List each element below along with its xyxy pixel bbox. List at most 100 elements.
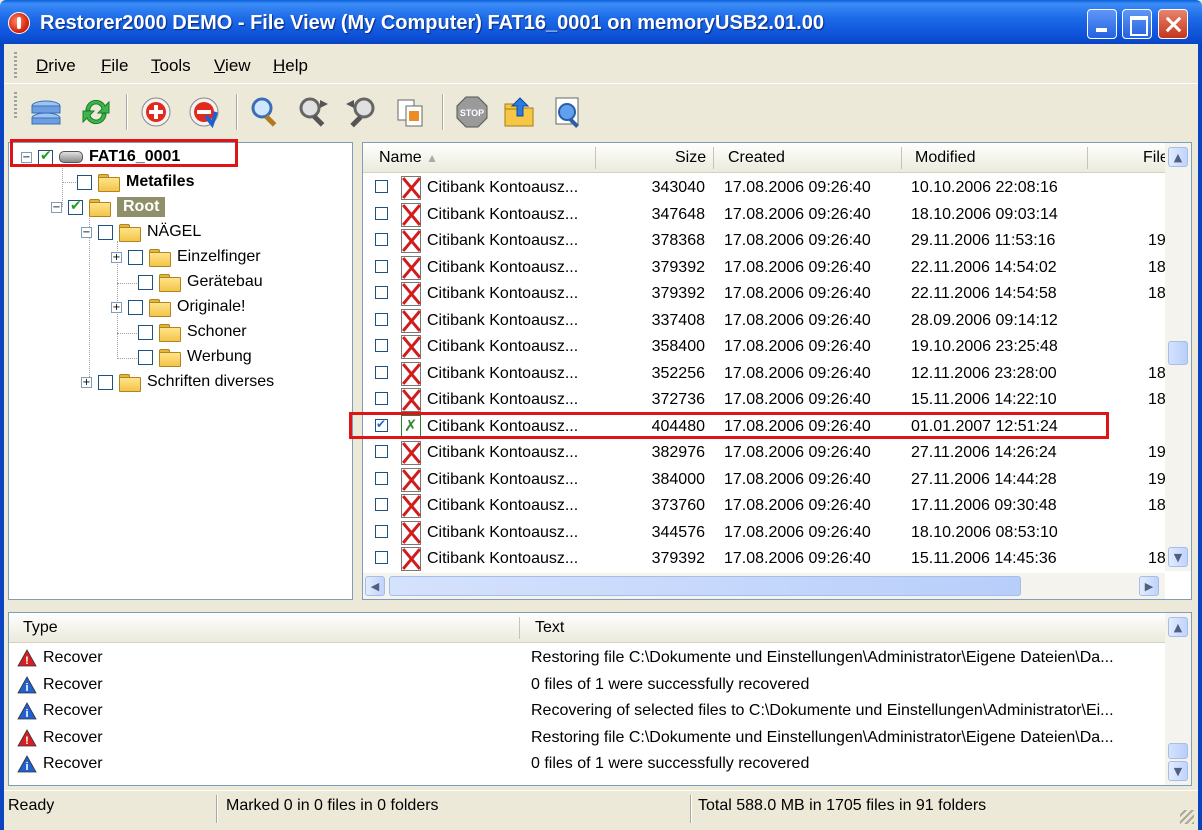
log-row[interactable]: ! Recover Restoring file C:\Dokumente und …: [9, 725, 1169, 751]
scroll-up-button[interactable]: ▲: [1168, 147, 1188, 167]
tree-item-einzelfinger[interactable]: + Einzelfinger: [111, 245, 261, 269]
file-row[interactable]: Citibank Kontoausz... 337408 17.08.2006 09…: [363, 308, 1163, 334]
close-button[interactable]: [1158, 9, 1188, 39]
search-web-icon[interactable]: [548, 92, 588, 132]
file-row[interactable]: Citibank Kontoausz... 344576 17.08.2006 09…: [363, 520, 1163, 546]
file-row[interactable]: Citibank Kontoausz... 372736 17.08.2006 09…: [363, 387, 1166, 413]
find-icon[interactable]: [246, 92, 286, 132]
tree-item-werbung[interactable]: Werbung: [138, 345, 252, 369]
expand-icon[interactable]: +: [81, 376, 92, 388]
scroll-down-button[interactable]: ▼: [1168, 761, 1188, 781]
horizontal-scroll-thumb[interactable]: [389, 576, 1021, 596]
column-modified[interactable]: Modified: [915, 149, 975, 167]
maximize-button[interactable]: [1122, 9, 1152, 39]
add-region-icon[interactable]: [136, 92, 176, 132]
find-previous-icon[interactable]: [342, 92, 382, 132]
file-checkbox[interactable]: [375, 498, 388, 511]
vertical-scrollbar[interactable]: ▲ ▼: [1165, 143, 1191, 571]
tree-checkbox[interactable]: [138, 324, 153, 340]
column-separator[interactable]: [901, 147, 902, 169]
tree-item-schriften[interactable]: + Schriften diverses: [81, 370, 274, 394]
file-row[interactable]: Citibank Kontoausz... 379392 17.08.2006 09…: [363, 255, 1166, 281]
menu-file[interactable]: File: [101, 56, 128, 76]
log-vertical-scrollbar[interactable]: ▲ ▼: [1165, 613, 1191, 785]
scroll-thumb[interactable]: [1168, 743, 1188, 759]
collapse-icon[interactable]: −: [81, 226, 92, 238]
tree-checkbox[interactable]: [138, 274, 153, 290]
log-row[interactable]: i Recover 0 files of 1 were successfully r…: [9, 672, 1169, 698]
file-checkbox[interactable]: [375, 259, 388, 273]
file-row[interactable]: Citibank Kontoausz... 373760 17.08.2006 09…: [363, 493, 1166, 519]
column-name[interactable]: Name ▲: [379, 149, 438, 167]
tree-item-naegel[interactable]: − NÄGEL: [81, 220, 201, 244]
file-row[interactable]: Citibank Kontoausz... 379392 17.08.2006 09…: [363, 546, 1166, 572]
scroll-down-button[interactable]: ▼: [1168, 547, 1188, 567]
column-type[interactable]: Type: [23, 619, 58, 637]
log-row[interactable]: i Recover Recovering of selected files to …: [9, 698, 1169, 724]
scroll-right-button[interactable]: ▶: [1139, 576, 1159, 596]
app-icon[interactable]: [8, 12, 30, 34]
file-checkbox[interactable]: [375, 180, 388, 193]
folder-tree[interactable]: − FAT16_0001 Metafiles − Root − NÄGEL + …: [8, 142, 353, 600]
log-row[interactable]: ! Recover Restoring file C:\Dokumente und …: [9, 645, 1169, 671]
file-row[interactable]: Citibank Kontoausz... 384000 17.08.2006 09…: [363, 467, 1166, 493]
column-separator[interactable]: [713, 147, 714, 169]
scan-icon[interactable]: [184, 92, 224, 132]
menu-drive[interactable]: Drive: [36, 56, 76, 76]
file-list[interactable]: Name ▲ Size Created Modified File Citiba…: [362, 142, 1192, 600]
menu-view[interactable]: View: [214, 56, 251, 76]
toolbar-grip[interactable]: [14, 92, 17, 120]
file-checkbox[interactable]: [375, 471, 388, 485]
column-size[interactable]: Size: [675, 149, 706, 167]
tree-item-metafiles[interactable]: Metafiles: [77, 170, 194, 194]
file-row[interactable]: Citibank Kontoausz... 378368 17.08.2006 09…: [363, 228, 1166, 254]
file-checkbox[interactable]: [375, 312, 388, 326]
tree-item-root[interactable]: − Root: [51, 195, 166, 219]
log-row[interactable]: i Recover 0 files of 1 were successfully r…: [9, 751, 1169, 777]
file-row[interactable]: Citibank Kontoausz... 343040 17.08.2006 09…: [363, 175, 1163, 201]
column-text[interactable]: Text: [535, 619, 564, 637]
expand-icon[interactable]: +: [111, 301, 122, 313]
tree-checkbox[interactable]: [77, 174, 92, 190]
tree-item-schoner[interactable]: Schoner: [138, 320, 247, 344]
file-row[interactable]: Citibank Kontoausz... 379392 17.08.2006 09…: [363, 281, 1166, 307]
tree-checkbox[interactable]: [138, 349, 153, 365]
file-mask-icon[interactable]: [390, 92, 430, 132]
column-separator[interactable]: [1087, 147, 1088, 169]
scroll-thumb[interactable]: [1168, 341, 1188, 365]
drives-icon[interactable]: [26, 92, 66, 132]
file-row[interactable]: Citibank Kontoausz... 382976 17.08.2006 09…: [363, 440, 1166, 466]
file-row[interactable]: Citibank Kontoausz... 358400 17.08.2006 09…: [363, 334, 1163, 360]
column-separator[interactable]: [519, 617, 520, 639]
refresh-icon[interactable]: [76, 92, 116, 132]
horizontal-scrollbar[interactable]: ◀ ▶: [363, 573, 1165, 599]
tree-checkbox[interactable]: [128, 249, 143, 265]
expand-icon[interactable]: +: [111, 251, 122, 263]
file-checkbox[interactable]: [375, 524, 388, 538]
scroll-left-button[interactable]: ◀: [365, 576, 385, 596]
file-row[interactable]: Citibank Kontoausz... 347648 17.08.2006 09…: [363, 202, 1163, 228]
minimize-button[interactable]: [1087, 9, 1117, 39]
scroll-up-button[interactable]: ▲: [1168, 617, 1188, 637]
tree-checkbox[interactable]: [98, 224, 113, 240]
log-panel[interactable]: Type Text ! Recover Restoring file C:\Doku…: [8, 612, 1192, 786]
open-folder-icon[interactable]: [500, 92, 540, 132]
column-separator[interactable]: [595, 147, 596, 169]
tree-checkbox[interactable]: [68, 198, 83, 215]
file-checkbox[interactable]: [375, 339, 388, 352]
menu-grip[interactable]: [14, 52, 17, 80]
find-next-icon[interactable]: [294, 92, 334, 132]
menu-tools[interactable]: Tools: [151, 56, 191, 76]
collapse-icon[interactable]: −: [51, 201, 62, 213]
file-checkbox[interactable]: [375, 286, 388, 299]
file-checkbox[interactable]: [375, 206, 388, 220]
file-checkbox[interactable]: [375, 392, 388, 405]
file-checkbox[interactable]: [375, 445, 388, 458]
column-created[interactable]: Created: [728, 149, 785, 167]
file-checkbox[interactable]: [375, 365, 388, 379]
tree-item-geraetebau[interactable]: Gerätebau: [138, 270, 263, 294]
resize-grip[interactable]: [1180, 810, 1194, 824]
tree-item-originale[interactable]: + Originale!: [111, 295, 245, 319]
stop-icon[interactable]: STOP: [452, 92, 492, 132]
tree-checkbox[interactable]: [128, 299, 143, 315]
